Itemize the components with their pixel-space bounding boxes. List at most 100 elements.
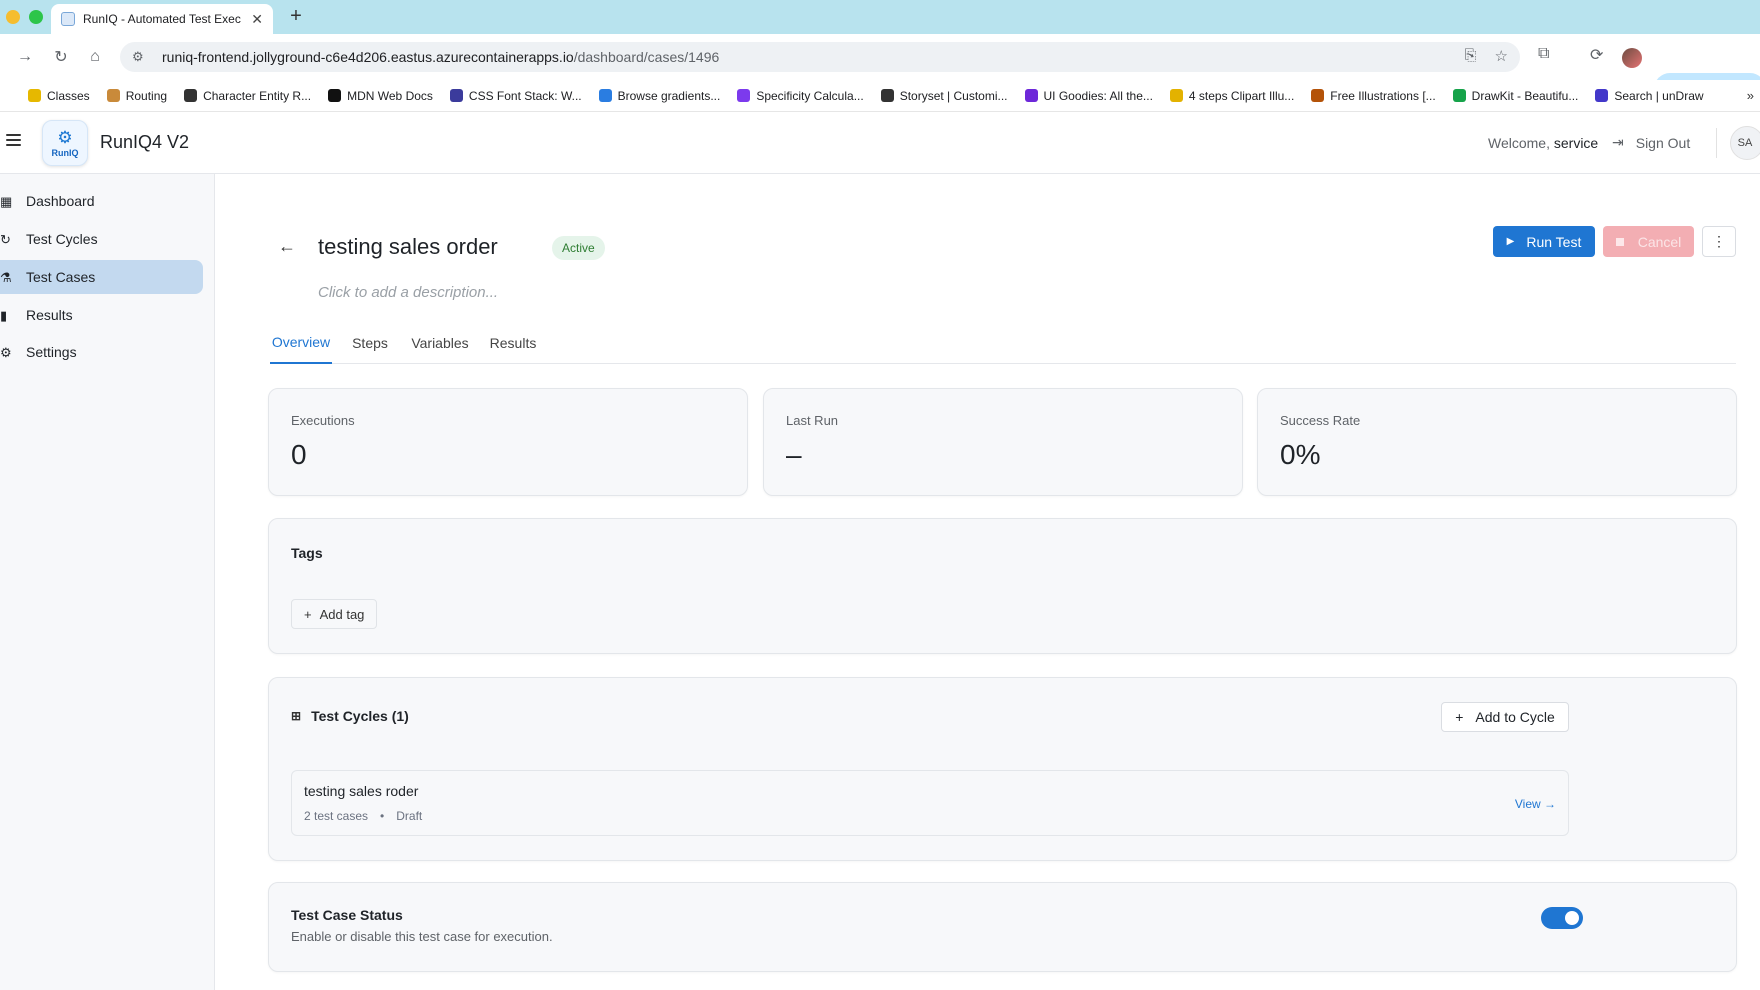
bookmark-item[interactable]: Browse gradients... [598,89,720,103]
tab-variables[interactable]: Variables [410,322,470,364]
view-cycle-link[interactable]: View → [1515,797,1556,811]
logout-icon: ⇥ [1612,134,1624,150]
main-content: ← testing sales order Active ▶ Run Test … [216,174,1760,990]
status-title: Test Case Status [291,907,403,923]
bookmark-item[interactable]: Search | unDraw [1595,89,1704,103]
page-title[interactable]: testing sales order [318,234,498,260]
success-rate-label: Success Rate [1280,413,1361,428]
welcome-text: Welcome, service [1488,135,1599,151]
description-field[interactable]: Click to add a description... [318,284,498,301]
url-bar[interactable]: ⚙ runiq-frontend.jollyground-c6e4d206.ea… [120,42,1520,72]
bar-chart-icon: ▮ [0,308,8,323]
gear-icon: ⚙ [0,345,12,360]
list-item[interactable]: testing sales roder 2 test cases • Draft… [291,770,1569,836]
bookmark-item[interactable]: Classes [28,89,90,103]
last-run-card: Last Run – [763,388,1243,496]
app-name: RunIQ4 V2 [100,132,190,152]
avatar[interactable]: SA [1730,126,1760,160]
bookmark-favicon-icon [106,89,120,102]
bookmark-item[interactable]: Storyset | Customi... [880,89,1008,103]
sidebar-item-settings[interactable]: ⚙ Settings [0,335,203,369]
cycle-meta: 2 test cases • Draft [304,809,423,823]
address-bar-row: → ↻ ⌂ ⚙ runiq-frontend.jollyground-c6e4d… [0,34,1760,105]
back-arrow-icon[interactable]: ← [278,236,296,257]
bookmark-favicon-icon [880,89,894,102]
browser-tab[interactable]: RunIQ - Automated Test Exec ✕ [51,4,273,34]
bookmark-star-icon[interactable]: ☆ [1495,47,1508,65]
profile-avatar[interactable] [1622,48,1642,68]
tree-icon: ⊞ [291,709,302,723]
status-toggle[interactable] [1541,907,1583,929]
minimize-window-button[interactable] [6,10,20,24]
tab-results[interactable]: Results [488,322,538,364]
bookmark-item[interactable]: UI Goodies: All the... [1024,89,1153,103]
sync-icon[interactable]: ⟳ [1590,45,1603,65]
executions-card: Executions 0 [268,388,748,496]
tab-steps[interactable]: Steps [350,322,390,364]
bookmark-favicon-icon [598,89,612,102]
case-tabs: Overview Steps Variables Results [270,322,1736,364]
bookmark-favicon-icon [1595,89,1609,102]
header-divider [1716,128,1717,158]
test-case-status-card: Test Case Status Enable or disable this … [268,882,1737,972]
run-test-button[interactable]: ▶ Run Test [1493,226,1595,257]
install-app-icon[interactable]: ⎘ [1465,47,1477,65]
sidebar-item-results[interactable]: ▮ Results [0,298,203,332]
play-icon: ▶ [1506,236,1515,247]
bookmark-favicon-icon [328,89,342,102]
tab-overview[interactable]: Overview [270,322,332,364]
bookmark-item[interactable]: MDN Web Docs [328,89,433,103]
home-icon[interactable]: ⌂ [84,46,106,68]
bookmark-favicon-icon [449,89,463,102]
plus-icon: + [304,606,312,622]
bookmark-item[interactable]: 4 steps Clipart Illu... [1169,89,1294,103]
bookmark-item[interactable]: Character Entity R... [184,89,311,103]
bookmark-item[interactable]: Free Illustrations [... [1311,89,1436,103]
sign-out-button[interactable]: ⇥ Sign Out [1612,134,1690,151]
new-tab-button[interactable]: + [284,5,308,28]
test-cycles-title: ⊞ Test Cycles (1) [291,708,409,724]
sidebar-item-test-cycles[interactable]: ↻ Test Cycles [0,222,203,256]
runner-icon: ⚙ [57,127,73,147]
last-run-label: Last Run [786,413,839,428]
sidebar: ▦ Dashboard ↻ Test Cycles ⚗ Test Cases ▮… [0,174,215,990]
more-options-icon[interactable]: ⋮ [1702,226,1736,257]
bookmark-item[interactable]: Routing [106,89,167,103]
app-header: ⚙ RunIQ RunIQ4 V2 Welcome, service ⇥ Sig… [0,112,1760,174]
bookmark-favicon-icon [1452,89,1466,102]
site-info-icon[interactable]: ⚙ [132,49,150,65]
bookmark-item[interactable]: Specificity Calcula... [737,89,864,103]
add-to-cycle-button[interactable]: + Add to Cycle [1441,702,1569,732]
add-tag-button[interactable]: + Add tag [291,599,378,629]
sidebar-item-dashboard[interactable]: ▦ Dashboard [0,184,203,218]
bookmark-favicon-icon [184,89,198,102]
bookmarks-bar: Classes Routing Character Entity R... MDN W… [0,80,1760,112]
menu-icon[interactable] [6,134,21,146]
tags-title: Tags [291,545,323,561]
bookmark-item[interactable]: DrawKit - Beautifu... [1452,89,1578,103]
close-icon[interactable]: ✕ [251,11,263,28]
stop-icon [1615,237,1624,246]
username: service [1553,135,1599,151]
bookmark-item[interactable]: CSS Font Stack: W... [449,89,582,103]
bookmark-favicon-icon [737,89,751,102]
sidebar-item-test-cases[interactable]: ⚗ Test Cases [0,260,203,294]
url-text: runiq-frontend.jollyground-c6e4d206.east… [162,49,720,65]
executions-label: Executions [291,413,355,428]
tab-title: RunIQ - Automated Test Exec [83,12,241,26]
bookmark-favicon-icon [1311,89,1325,102]
back-icon[interactable]: → [14,46,36,68]
more-bookmarks-icon[interactable]: » [1747,88,1754,103]
reload-icon[interactable]: ↻ [50,46,72,68]
cancel-button[interactable]: Cancel [1603,226,1694,257]
bookmark-favicon-icon [28,89,41,102]
success-rate-card: Success Rate 0% [1257,388,1737,496]
app-logo[interactable]: ⚙ RunIQ [42,120,88,166]
extensions-icon[interactable]: ⧉ [1538,45,1549,63]
test-cycles-card: ⊞ Test Cycles (1) + Add to Cycle testing… [268,677,1737,861]
dashboard-icon: ▦ [0,194,13,209]
bookmark-favicon-icon [1024,89,1038,102]
cycle-name: testing sales roder [304,783,419,799]
maximize-window-button[interactable] [29,10,43,24]
flask-icon: ⚗ [0,270,12,285]
